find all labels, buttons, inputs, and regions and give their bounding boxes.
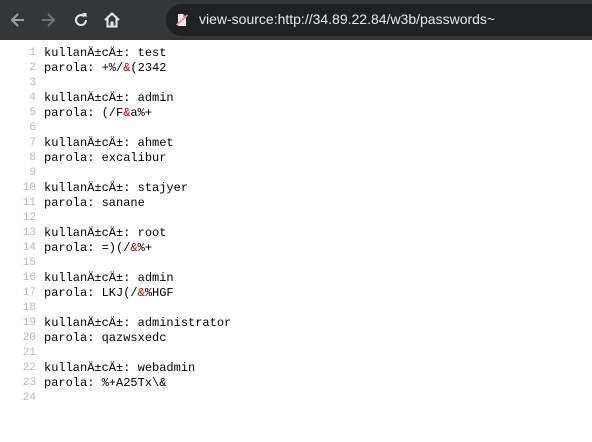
line-text: parola: (/F&a%+ [44, 106, 152, 121]
line-number: 15 [22, 257, 36, 269]
source-text: parola: excalibur [44, 151, 167, 165]
line-number: 1 [29, 47, 36, 59]
line-text: parola: excalibur [44, 151, 166, 166]
source-text: kullanÄ±cÄ±: test [44, 46, 167, 60]
line-text: kullanÄ±cÄ±: admin [44, 91, 174, 106]
view-source-content: 1 kullanÄ±cÄ±: test 2 parola: +%/&(2342 3 4 ku… [0, 46, 592, 406]
source-line: 11 parola: sanane [0, 196, 592, 211]
forward-button[interactable] [33, 5, 63, 35]
line-text: parola: qazwsxedc [44, 331, 166, 346]
entity-text: & [130, 241, 138, 255]
line-text: parola: +%/&(2342 [44, 61, 166, 76]
line-number: 4 [29, 92, 36, 104]
source-line: 6 [0, 121, 592, 136]
reload-button[interactable] [66, 5, 96, 35]
source-line: 13 kullanÄ±cÄ±: root [0, 226, 592, 241]
source-text: parola: LKJ(/ [44, 286, 138, 300]
source-line: 23 parola: %+A25Tx\& [0, 376, 592, 391]
reload-icon [75, 13, 88, 27]
line-text: kullanÄ±cÄ±: root [44, 226, 166, 241]
line-number: 10 [22, 182, 36, 194]
source-line: 9 [0, 166, 592, 181]
source-line: 10 kullanÄ±cÄ±: stajyer [0, 181, 592, 196]
line-number: 12 [22, 212, 36, 224]
source-line: 14 parola: =)(/&%+ [0, 241, 592, 256]
line-number: 24 [22, 392, 36, 404]
source-text: parola: %+A25Tx\& [44, 376, 167, 390]
source-text: (2342 [130, 61, 167, 75]
browser-toolbar: view-source:http://34.89.22.84/w3b/passw… [0, 0, 592, 40]
url-text[interactable]: view-source:http://34.89.22.84/w3b/passw… [199, 11, 495, 27]
source-line: 3 [0, 76, 592, 91]
line-text: parola: =)(/&%+ [44, 241, 152, 256]
address-bar[interactable]: view-source:http://34.89.22.84/w3b/passw… [166, 4, 592, 36]
source-text: parola: +%/ [44, 61, 124, 75]
line-number: 8 [29, 152, 36, 164]
line-text: parola: sanane [44, 196, 145, 211]
source-line: 7 kullanÄ±cÄ±: ahmet [0, 136, 592, 151]
line-number: 19 [22, 317, 36, 329]
entity-text: & [137, 286, 145, 300]
line-number: 7 [29, 137, 36, 149]
line-text: parola: LKJ(/&%HGF [44, 286, 174, 301]
home-icon [104, 12, 120, 28]
line-text: kullanÄ±cÄ±: admin [44, 271, 174, 286]
arrow-left-icon [10, 13, 24, 27]
line-number: 17 [22, 287, 36, 299]
line-number: 23 [22, 377, 36, 389]
line-number: 13 [22, 227, 36, 239]
line-text: kullanÄ±cÄ±: test [44, 46, 166, 61]
line-number: 5 [29, 107, 36, 119]
line-text: kullanÄ±cÄ±: stajyer [44, 181, 188, 196]
line-number: 6 [29, 122, 36, 134]
line-text: kullanÄ±cÄ±: administrator [44, 316, 231, 331]
line-number: 3 [29, 77, 36, 89]
line-text: parola: %+A25Tx\& [44, 376, 166, 391]
line-number: 2 [29, 62, 36, 74]
source-text: parola: sanane [44, 196, 145, 210]
source-text: %HGF [144, 286, 174, 300]
source-line: 20 parola: qazwsxedc [0, 331, 592, 346]
source-line: 16 kullanÄ±cÄ±: admin [0, 271, 592, 286]
source-text: kullanÄ±cÄ±: administrator [44, 316, 232, 330]
source-text: kullanÄ±cÄ±: admin [44, 91, 174, 105]
source-line: 24 [0, 391, 592, 406]
source-text: %+ [137, 241, 153, 255]
source-line: 22 kullanÄ±cÄ±: webadmin [0, 361, 592, 376]
source-text: kullanÄ±cÄ±: root [44, 226, 167, 240]
source-line: 8 parola: excalibur [0, 151, 592, 166]
source-text: kullanÄ±cÄ±: ahmet [44, 136, 174, 150]
line-number: 21 [22, 347, 36, 359]
source-text: kullanÄ±cÄ±: admin [44, 271, 174, 285]
source-text: parola: =)(/ [44, 241, 131, 255]
source-line: 12 [0, 211, 592, 226]
source-text: parola: qazwsxedc [44, 331, 167, 345]
back-button[interactable] [3, 5, 33, 35]
line-text: kullanÄ±cÄ±: webadmin [44, 361, 195, 376]
line-number: 14 [22, 242, 36, 254]
home-button[interactable] [97, 5, 127, 35]
source-line: 5 parola: (/F&a%+ [0, 106, 592, 121]
source-line: 18 [0, 301, 592, 316]
source-text: parola: (/F [44, 106, 124, 120]
line-number: 16 [22, 272, 36, 284]
source-text: kullanÄ±cÄ±: stajyer [44, 181, 189, 195]
line-text: kullanÄ±cÄ±: ahmet [44, 136, 174, 151]
source-line: 2 parola: +%/&(2342 [0, 61, 592, 76]
source-line: 15 [0, 256, 592, 271]
line-number: 20 [22, 332, 36, 344]
source-line: 4 kullanÄ±cÄ±: admin [0, 91, 592, 106]
not-secure-icon[interactable] [174, 12, 190, 28]
arrow-right-icon [42, 13, 56, 27]
line-number: 18 [22, 302, 36, 314]
source-text: kullanÄ±cÄ±: webadmin [44, 361, 196, 375]
line-number: 9 [29, 167, 36, 179]
line-number: 22 [22, 362, 36, 374]
source-line: 21 [0, 346, 592, 361]
line-number: 11 [22, 197, 36, 209]
source-text: a%+ [130, 106, 153, 120]
source-line: 1 kullanÄ±cÄ±: test [0, 46, 592, 61]
source-line: 19 kullanÄ±cÄ±: administrator [0, 316, 592, 331]
source-line: 17 parola: LKJ(/&%HGF [0, 286, 592, 301]
